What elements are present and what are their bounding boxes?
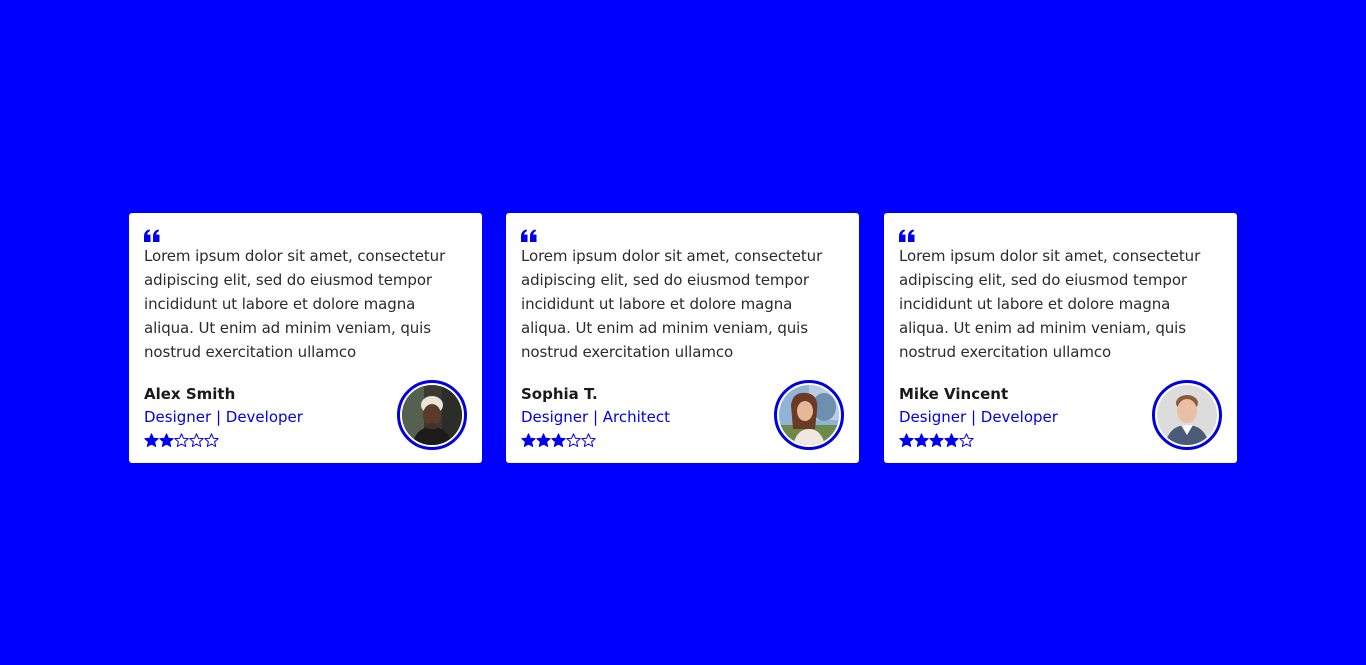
author-name: Sophia T. <box>521 385 598 403</box>
avatar-photo <box>779 385 839 445</box>
star-empty-icon <box>959 433 974 447</box>
avatar <box>774 380 844 450</box>
star-rating <box>144 433 219 449</box>
star-rating <box>899 433 974 449</box>
star-filled-icon <box>551 433 566 447</box>
testimonial-card: Lorem ipsum dolor sit amet, consectetur … <box>884 213 1237 463</box>
star-filled-icon <box>159 433 174 447</box>
testimonial-quote: Lorem ipsum dolor sit amet, consectetur … <box>144 247 446 361</box>
quote-icon <box>899 229 915 242</box>
star-empty-icon <box>189 433 204 447</box>
testimonial-quote: Lorem ipsum dolor sit amet, consectetur … <box>899 247 1201 361</box>
testimonial-card: Lorem ipsum dolor sit amet, consectetur … <box>129 213 482 463</box>
author-name: Mike Vincent <box>899 385 1009 403</box>
star-empty-icon <box>581 433 596 447</box>
star-filled-icon <box>536 433 551 447</box>
star-filled-icon <box>944 433 959 447</box>
testimonial-card: Lorem ipsum dolor sit amet, consectetur … <box>506 213 859 463</box>
star-filled-icon <box>929 433 944 447</box>
testimonials-section: Lorem ipsum dolor sit amet, consectetur … <box>0 0 1366 665</box>
avatar <box>1152 380 1222 450</box>
author-role: Designer | Architect <box>521 408 671 426</box>
testimonial-quote: Lorem ipsum dolor sit amet, consectetur … <box>521 247 823 361</box>
star-empty-icon <box>204 433 219 447</box>
star-filled-icon <box>914 433 929 447</box>
avatar <box>397 380 467 450</box>
star-filled-icon <box>899 433 914 447</box>
avatar-photo <box>1157 385 1217 445</box>
quote-icon <box>144 229 160 242</box>
star-filled-icon <box>144 433 159 447</box>
quote-icon <box>521 229 537 242</box>
star-empty-icon <box>174 433 189 447</box>
author-role: Designer | Developer <box>144 408 303 426</box>
star-rating <box>521 433 596 449</box>
author-role: Designer | Developer <box>899 408 1058 426</box>
star-filled-icon <box>521 433 536 447</box>
star-empty-icon <box>566 433 581 447</box>
avatar-photo <box>402 385 462 445</box>
author-name: Alex Smith <box>144 385 236 403</box>
